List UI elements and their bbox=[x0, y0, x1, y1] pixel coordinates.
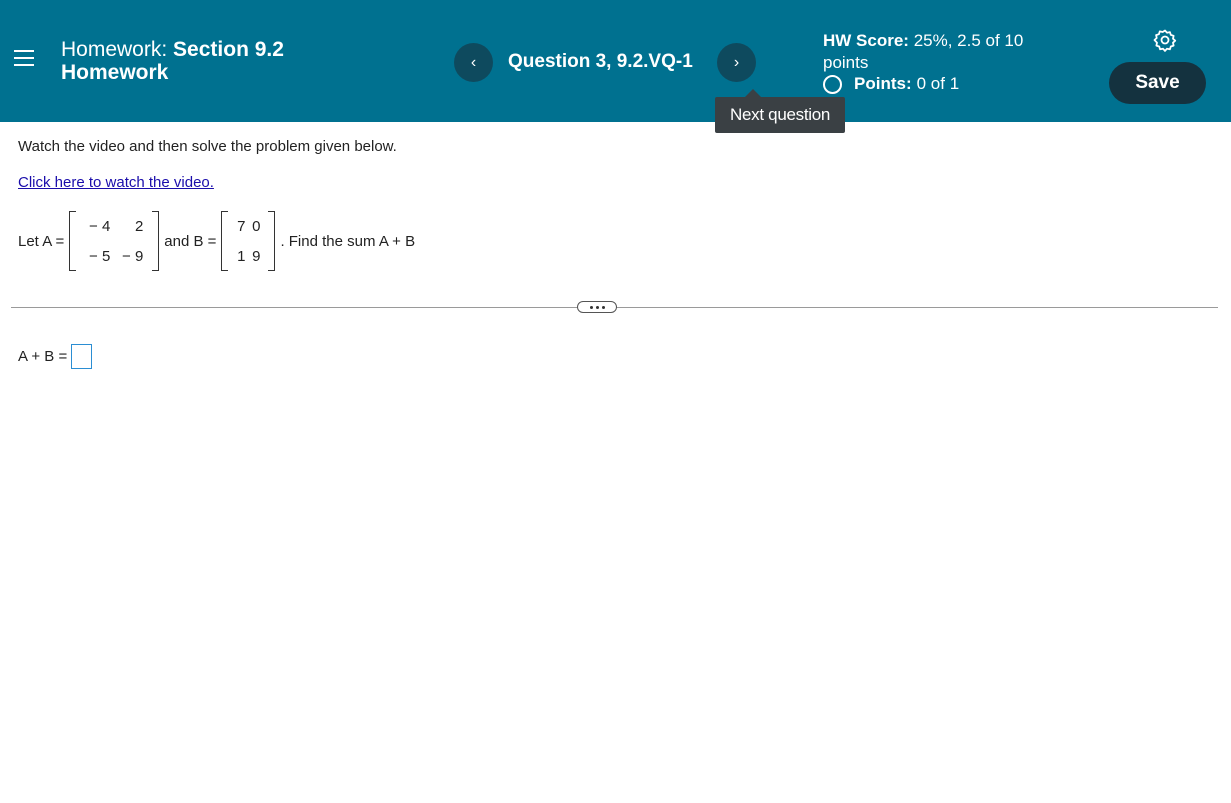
instructions-text: Watch the video and then solve the probl… bbox=[18, 138, 397, 155]
hw-score-suffix: points bbox=[823, 53, 869, 72]
page-title: Homework: Section 9.2 Homework bbox=[61, 38, 284, 84]
matrix-a: − 4 2 − 5 − 9 bbox=[69, 211, 160, 271]
hw-score-value: 25%, 2.5 of 10 bbox=[913, 31, 1024, 50]
question-label: Question 3, 9.2.VQ-1 bbox=[508, 51, 693, 72]
answer-label: A + B = bbox=[18, 348, 68, 365]
hw-score: HW Score: 25%, 2.5 of 10 points bbox=[823, 30, 1063, 74]
let-a-label: Let A = bbox=[18, 232, 65, 250]
matrix-a-cell: − 4 bbox=[89, 217, 111, 235]
watch-video-link[interactable]: Click here to watch the video. bbox=[18, 174, 214, 191]
more-options-icon[interactable] bbox=[577, 301, 617, 313]
previous-question-button[interactable]: ‹ bbox=[454, 43, 493, 82]
header-bar: Homework: Section 9.2 Homework ‹ Questio… bbox=[0, 0, 1231, 122]
gear-icon[interactable] bbox=[1153, 28, 1177, 52]
next-question-tooltip: Next question bbox=[715, 89, 846, 133]
matrix-b-cell: 0 bbox=[252, 217, 261, 235]
find-sum-text: . Find the sum A + B bbox=[280, 232, 416, 250]
points-label: Points: bbox=[854, 74, 912, 93]
matrix-b-cell: 7 bbox=[237, 217, 246, 235]
chevron-right-icon: › bbox=[733, 53, 740, 71]
matrix-a-cell: 2 bbox=[134, 217, 144, 235]
matrix-b-cell: 1 bbox=[237, 247, 246, 265]
hamburger-menu-icon[interactable] bbox=[14, 50, 34, 70]
title-section: Section 9.2 bbox=[173, 38, 284, 61]
empty-circle-icon bbox=[823, 74, 842, 94]
title-homework: Homework bbox=[61, 61, 169, 84]
points-status: Points: 0 of 1 bbox=[823, 74, 959, 94]
next-question-button[interactable]: › bbox=[717, 43, 756, 82]
matrix-a-cell: − 5 bbox=[89, 247, 111, 265]
chevron-left-icon: ‹ bbox=[470, 53, 477, 71]
points-value: 0 of 1 bbox=[916, 74, 960, 93]
matrix-b-cell: 9 bbox=[252, 247, 261, 265]
title-prefix: Homework: bbox=[61, 38, 168, 61]
matrix-a-cell: − 9 bbox=[122, 247, 144, 265]
matrix-b: 7 0 1 9 bbox=[221, 211, 276, 271]
problem-statement: Let A = − 4 2 − 5 − 9 and B = 7 0 1 9 . … bbox=[18, 211, 415, 271]
save-button[interactable]: Save bbox=[1109, 62, 1206, 104]
hw-score-label: HW Score: bbox=[823, 31, 909, 50]
answer-row: A + B = bbox=[18, 344, 93, 369]
and-b-label: and B = bbox=[164, 232, 217, 250]
answer-input[interactable] bbox=[71, 344, 93, 369]
